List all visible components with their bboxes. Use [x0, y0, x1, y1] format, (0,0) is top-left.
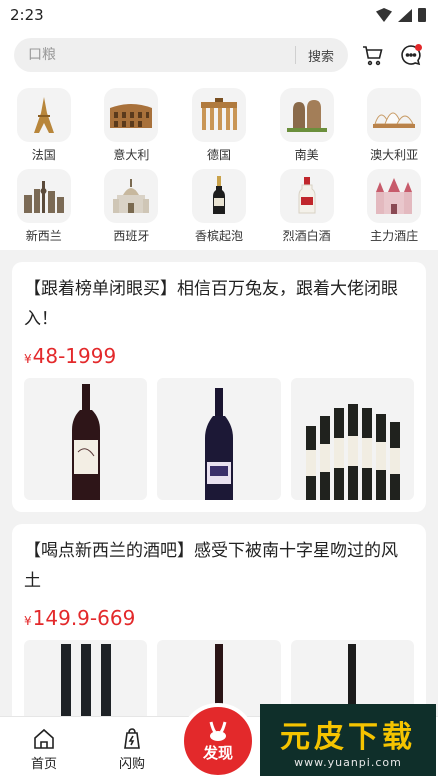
watermark: 元皮下载 www.yuanpi.com	[260, 704, 436, 776]
product-image[interactable]	[24, 378, 148, 500]
category-france[interactable]: 法国	[0, 88, 88, 163]
status-icons	[376, 8, 426, 22]
message-button[interactable]	[398, 42, 424, 68]
product-image[interactable]	[290, 378, 414, 500]
status-bar: 2:23	[0, 0, 438, 30]
card-title: 【跟着榜单闭眼买】相信百万兔友，跟着大佬闭眼入！	[24, 279, 398, 329]
currency-symbol: ¥	[24, 352, 32, 366]
eiffel-tower-icon	[16, 88, 71, 142]
category-label: 南美	[294, 148, 319, 162]
category-label: 西班牙	[113, 229, 150, 243]
tab-label: 闪购	[118, 757, 145, 772]
currency-symbol: ¥	[24, 614, 32, 628]
card-price: ¥149.9-669	[24, 606, 414, 630]
colosseum-icon	[104, 88, 159, 142]
notification-dot	[415, 44, 422, 51]
wifi-icon	[376, 8, 392, 22]
category-label: 新西兰	[25, 229, 62, 243]
watermark-url: www.yuanpi.com	[294, 755, 402, 769]
cathedral-icon	[104, 169, 159, 223]
signal-icon	[398, 8, 412, 22]
category-new-zealand[interactable]: 新西兰	[0, 169, 88, 244]
category-germany[interactable]: 德国	[175, 88, 263, 163]
collection-card[interactable]: 【跟着榜单闭眼买】相信百万兔友，跟着大佬闭眼入！ ¥48-1999	[12, 262, 426, 512]
opera-house-icon	[367, 88, 422, 142]
discover-label: 发现	[202, 743, 233, 762]
category-south-america[interactable]: 南美	[263, 88, 351, 163]
brandenburg-gate-icon	[191, 88, 246, 142]
price-range: 149.9-669	[32, 606, 136, 630]
champagne-bottle-icon	[191, 169, 246, 223]
status-time: 2:23	[10, 6, 44, 24]
category-label: 澳大利亚	[370, 148, 419, 162]
category-italy[interactable]: 意大利	[88, 88, 176, 163]
card-images	[24, 378, 414, 500]
tab-discover[interactable]: 发现	[180, 703, 256, 779]
top-header: 搜索	[0, 30, 438, 80]
search-divider	[294, 46, 296, 64]
tab-home[interactable]: 首页	[0, 717, 88, 772]
card-title: 【喝点新西兰的酒吧】感受下被南十字星吻过的风土	[24, 541, 398, 591]
search-input[interactable]	[28, 47, 283, 63]
category-label: 德国	[206, 148, 231, 162]
home-icon	[34, 728, 54, 749]
product-image[interactable]	[157, 378, 281, 500]
search-button[interactable]: 搜索	[308, 46, 334, 65]
city-skyline-icon	[16, 169, 71, 223]
category-label: 烈酒白酒	[282, 229, 331, 243]
category-main-winery[interactable]: 主力酒庄	[350, 169, 438, 244]
category-australia[interactable]: 澳大利亚	[350, 88, 438, 163]
category-spirits[interactable]: 烈酒白酒	[263, 169, 351, 244]
category-spain[interactable]: 西班牙	[88, 169, 176, 244]
tab-label: 首页	[30, 757, 57, 772]
castle-icon	[367, 169, 422, 223]
category-label: 意大利	[113, 148, 150, 162]
collection-feed: 【跟着榜单闭眼买】相信百万兔友，跟着大佬闭眼入！ ¥48-1999 【喝点新西兰…	[0, 250, 438, 774]
battery-icon	[418, 8, 426, 22]
moai-icon	[279, 88, 334, 142]
tab-flash-sale[interactable]: 闪购	[88, 717, 176, 772]
cart-button[interactable]	[360, 42, 386, 68]
category-champagne[interactable]: 香槟起泡	[175, 169, 263, 244]
search-bar[interactable]: 搜索	[14, 38, 348, 72]
card-price: ¥48-1999	[24, 344, 414, 368]
baijiu-bottle-icon	[279, 169, 334, 223]
price-range: 48-1999	[32, 344, 117, 368]
category-label: 香槟起泡	[194, 229, 243, 243]
watermark-title: 元皮下载	[280, 719, 416, 755]
category-grid: 法国 意大利 德国 南美 澳大利亚 新西兰 西班牙 香槟起泡 烈酒白酒 主力酒庄	[0, 80, 438, 250]
flash-icon	[124, 728, 140, 749]
rabbit-icon	[209, 721, 227, 741]
category-label: 法国	[31, 148, 56, 162]
category-label: 主力酒庄	[370, 229, 419, 243]
cart-icon	[363, 46, 383, 66]
